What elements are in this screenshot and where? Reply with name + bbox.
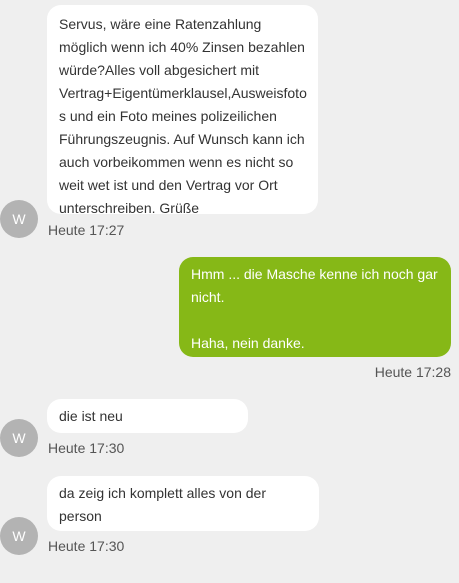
message-text-line: weit wet ist und den Vertrag vor Ort <box>59 177 278 193</box>
message-text-line: da zeig ich komplett alles von der <box>59 485 266 501</box>
message-text-line: nicht. <box>191 289 225 305</box>
message-text-line: Führungszeugnis. Auf Wunsch kann ich <box>59 131 305 147</box>
message-timestamp: Heute 17:30 <box>48 538 125 554</box>
avatar[interactable]: W <box>0 517 38 555</box>
message-bubble-incoming: Servus, wäre eine Ratenzahlung möglich w… <box>47 5 318 216</box>
avatar[interactable]: W <box>0 419 38 457</box>
message-text-line: unterschreiben. Grüße <box>59 200 200 216</box>
message-text-line: auch vorbeikommen wenn es nicht so <box>59 154 294 170</box>
message-text-line: möglich wenn ich 40% Zinsen bezahlen <box>59 39 305 55</box>
message-bubble-outgoing: Hmm ... die Masche kenne ich noch gar ni… <box>179 257 451 357</box>
message-text-line: würde?Alles voll abgesichert mit <box>59 62 259 78</box>
message-text-line: Hmm ... die Masche kenne ich noch gar <box>191 266 438 282</box>
message-text-line: Servus, wäre eine Ratenzahlung <box>59 16 262 32</box>
message-text-line: Vertrag+Eigentümerklausel,Ausweisfoto <box>59 85 307 101</box>
message-text-line: person <box>59 508 102 524</box>
message-bubble-incoming: die ist neu <box>47 399 248 433</box>
message-bubble-incoming: da zeig ich komplett alles von der perso… <box>47 476 319 531</box>
message-text-line: die ist neu <box>59 408 123 424</box>
message-timestamp: Heute 17:30 <box>48 440 125 456</box>
avatar[interactable]: W <box>0 200 38 238</box>
message-timestamp: Heute 17:28 <box>374 364 451 380</box>
message-timestamp: Heute 17:27 <box>48 222 125 238</box>
message-text-line: s und ein Foto meines polizeilichen <box>59 108 277 124</box>
message-text-line: Haha, nein danke. <box>191 335 305 351</box>
